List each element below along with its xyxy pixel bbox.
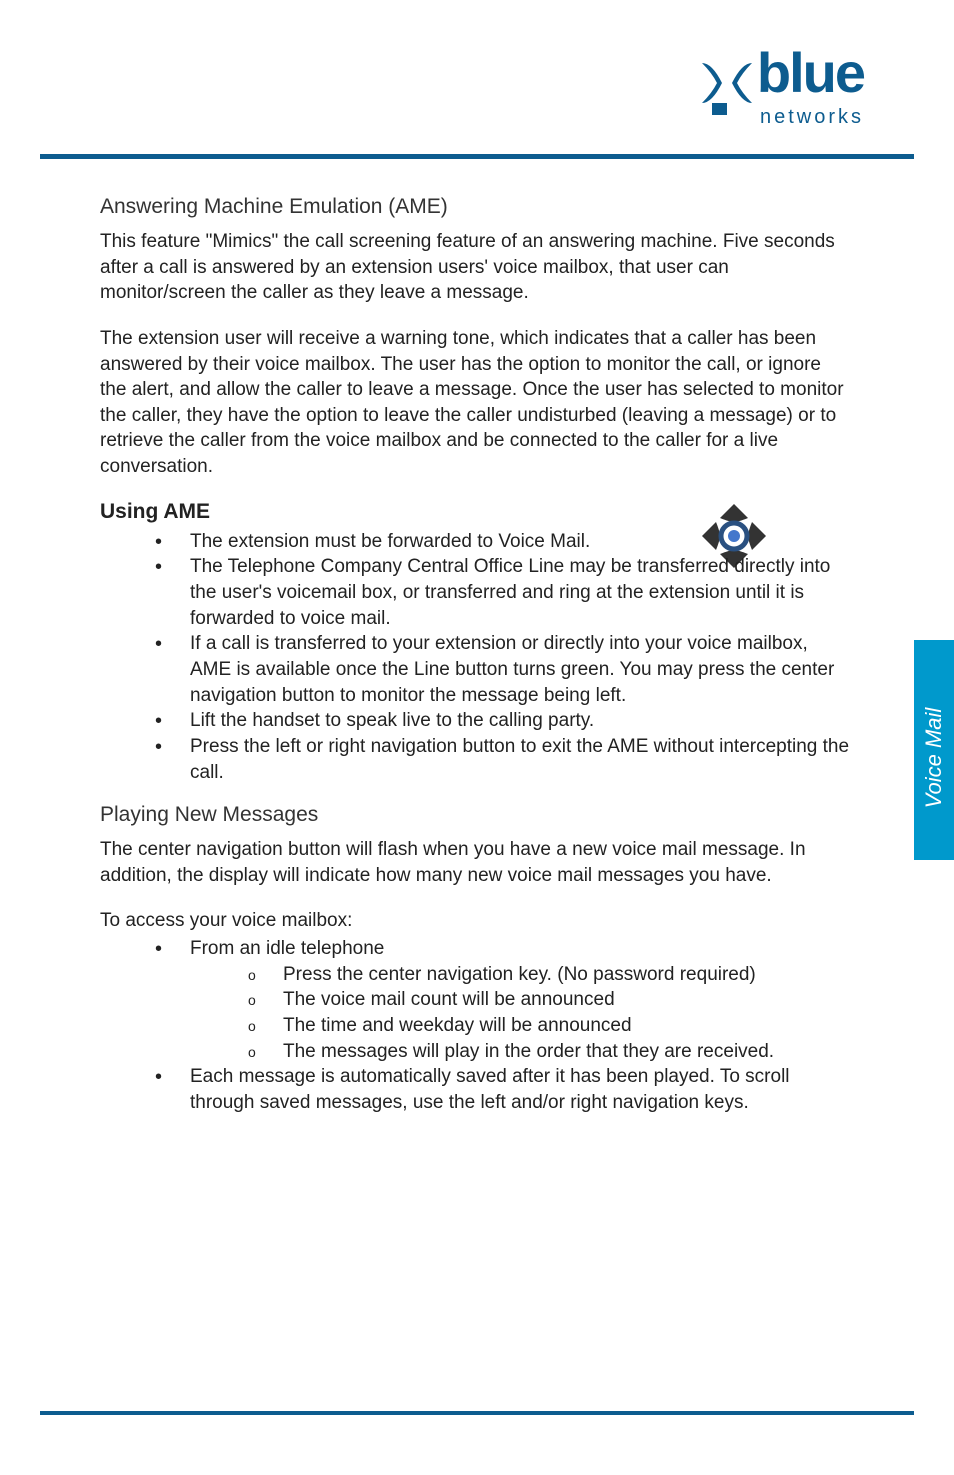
sub-list-item: The messages will play in the order that… — [248, 1039, 850, 1065]
sub-list-item: Press the center navigation key. (No pas… — [248, 962, 850, 988]
list-item: Each message is automatically saved afte… — [155, 1064, 850, 1115]
paragraph: To access your voice mailbox: — [100, 908, 850, 934]
list-item: Press the left or right navigation butto… — [155, 734, 850, 785]
document-content: Answering Machine Emulation (AME) This f… — [100, 195, 850, 1134]
list-item: From an idle telephone Press the center … — [155, 936, 850, 1064]
side-tab-label: Voice Mail — [921, 703, 947, 813]
bullet-list: The extension must be forwarded to Voice… — [100, 529, 850, 785]
side-tab: Voice Mail — [914, 640, 954, 860]
sub-bullet-list: Press the center navigation key. (No pas… — [190, 962, 850, 1065]
list-item: If a call is transferred to your extensi… — [155, 631, 850, 708]
paragraph: The center navigation button will flash … — [100, 837, 850, 888]
list-item: Lift the handset to speak live to the ca… — [155, 708, 850, 734]
horizontal-rule-bottom — [40, 1411, 914, 1415]
paragraph: This feature "Mimics" the call screening… — [100, 229, 850, 306]
brand-logo: blue networks — [697, 40, 864, 129]
brand-name: blue — [757, 41, 864, 104]
bullet-list: From an idle telephone Press the center … — [100, 936, 850, 1115]
section-heading-ame: Answering Machine Emulation (AME) — [100, 195, 850, 219]
sub-list-item: The time and weekday will be announced — [248, 1013, 850, 1039]
horizontal-rule-top — [40, 155, 914, 159]
list-item: The Telephone Company Central Office Lin… — [155, 554, 850, 631]
section-heading-playing: Playing New Messages — [100, 803, 850, 827]
list-item-text: From an idle telephone — [190, 938, 384, 959]
logo-x-icon — [697, 58, 757, 118]
paragraph: The extension user will receive a warnin… — [100, 326, 850, 480]
sub-list-item: The voice mail count will be announced — [248, 987, 850, 1013]
list-item: The extension must be forwarded to Voice… — [155, 529, 850, 555]
